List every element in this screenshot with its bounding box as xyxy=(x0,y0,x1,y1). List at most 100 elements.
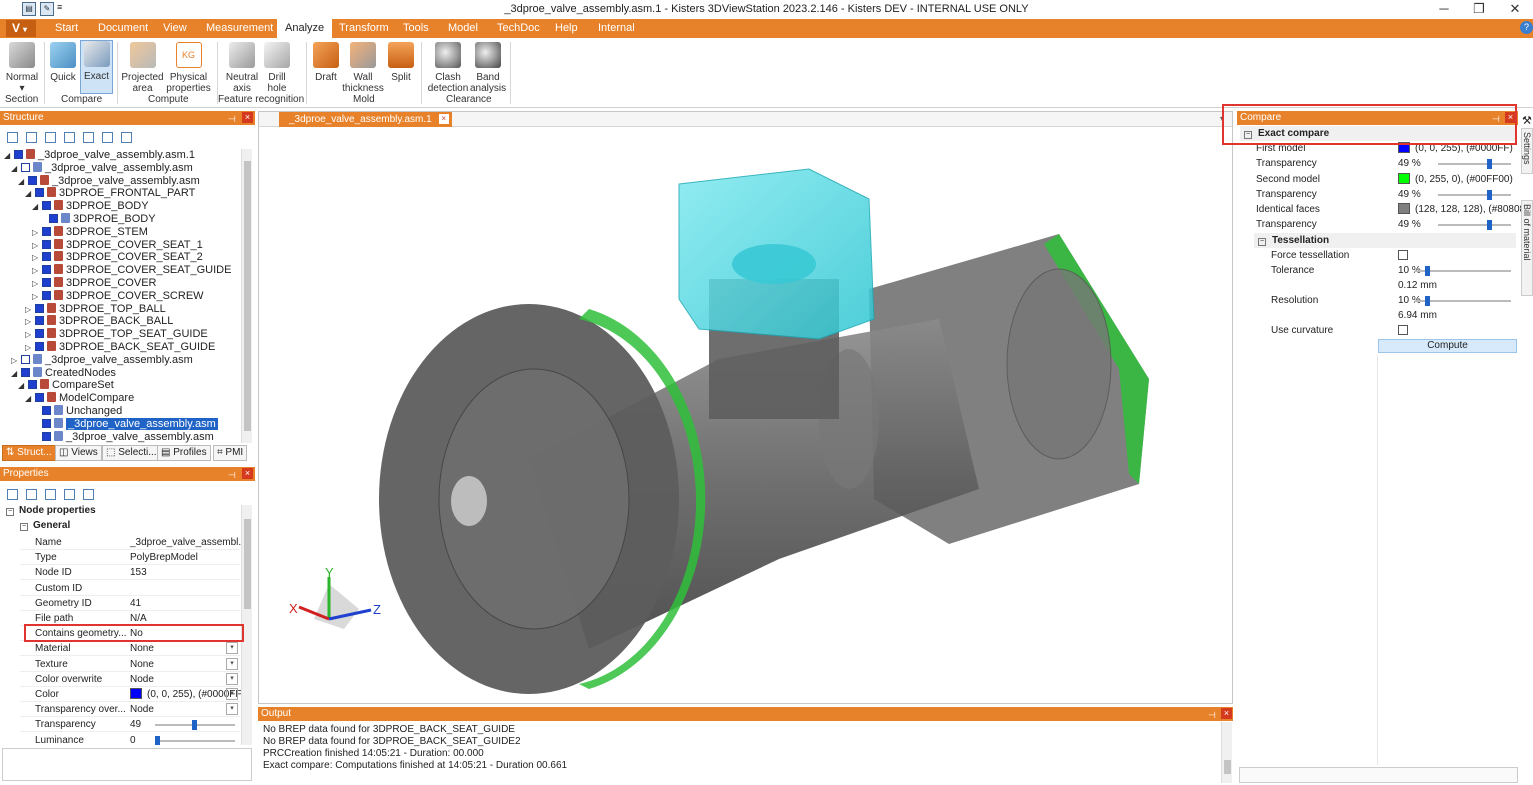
tree-node[interactable]: _3dproe_valve_assembly.asm xyxy=(32,430,214,444)
band-analysis-button[interactable]: Band analysis xyxy=(470,42,506,94)
expand-toggle-icon[interactable]: ▷ xyxy=(25,328,33,341)
dropdown-icon[interactable]: ▾ xyxy=(226,657,238,670)
expand-toggle-icon[interactable]: ◢ xyxy=(18,379,26,392)
expand-toggle-icon[interactable]: ◢ xyxy=(25,187,33,200)
visibility-checkbox[interactable] xyxy=(14,150,23,159)
menu-start[interactable]: Start xyxy=(55,22,78,34)
close-tab-icon[interactable]: × xyxy=(438,114,449,124)
visibility-checkbox[interactable] xyxy=(42,252,51,262)
close-panel-icon[interactable]: × xyxy=(242,112,253,123)
tree-node[interactable]: ▷ 3DPROE_COVER_SEAT_2 xyxy=(32,251,203,264)
tree-node[interactable]: ▷ 3DPROE_COVER_SEAT_1 xyxy=(32,238,203,252)
force-tessellation-checkbox[interactable] xyxy=(1398,250,1408,260)
expand-toggle-icon[interactable]: ▷ xyxy=(32,277,40,290)
property-value[interactable]: 49 xyxy=(130,717,141,732)
neutral-axis-button[interactable]: Neutral axis xyxy=(222,42,262,94)
exact-compare-button[interactable]: Exact xyxy=(80,40,113,94)
visibility-checkbox[interactable] xyxy=(42,406,51,415)
dropdown-icon[interactable]: ▾ xyxy=(226,642,238,655)
second-model-swatch[interactable] xyxy=(1398,173,1410,184)
tree-node[interactable]: ▷ 3DPROE_COVER xyxy=(32,277,156,290)
physical-properties-button[interactable]: KG Physical properties xyxy=(166,42,211,94)
expand-toggle-icon[interactable]: ▷ xyxy=(32,239,40,252)
draft-button[interactable]: Draft xyxy=(312,42,340,83)
identical-faces-swatch[interactable] xyxy=(1398,203,1410,214)
menu-tools[interactable]: Tools xyxy=(403,22,429,34)
drill-hole-button[interactable]: Drill hole xyxy=(263,42,291,94)
tab-profiles[interactable]: ▤ Profiles xyxy=(157,445,211,461)
property-value[interactable]: 153 xyxy=(130,565,147,580)
quick-compare-button[interactable]: Quick xyxy=(48,42,78,83)
menu-measurement[interactable]: Measurement xyxy=(206,22,273,34)
tree-node[interactable]: _3dproe_valve_assembly.asm xyxy=(32,417,218,431)
tree-node[interactable]: ◢ 3DPROE_BODY xyxy=(32,200,149,213)
help-icon[interactable]: ? xyxy=(1520,21,1533,34)
collapse-icon[interactable]: − xyxy=(20,523,28,531)
tree-options-icon[interactable] xyxy=(83,132,94,143)
sync-icon[interactable] xyxy=(102,132,113,143)
tree-node[interactable]: ◢ ModelCompare xyxy=(25,392,134,405)
tree-node[interactable]: ◢ _3dproe_valve_assembly.asm xyxy=(18,174,200,188)
side-tab-bill-of-material[interactable]: Bill of material xyxy=(1521,200,1533,296)
expand-toggle-icon[interactable]: ▷ xyxy=(32,226,40,239)
property-value[interactable]: Node xyxy=(130,672,154,687)
pin-icon[interactable]: ⊣ xyxy=(228,112,236,126)
section-normal-button[interactable]: Normal ▾ xyxy=(4,42,40,94)
use-curvature-checkbox[interactable] xyxy=(1398,325,1408,335)
menu-analyze[interactable]: Analyze xyxy=(277,19,333,38)
tree-node[interactable]: Unchanged xyxy=(32,405,122,418)
filter-icon[interactable] xyxy=(83,489,94,500)
visibility-checkbox[interactable] xyxy=(35,316,44,326)
tab-selection[interactable]: ⬚ Selecti... xyxy=(102,445,161,461)
tree-node[interactable]: ▷ _3dproe_valve_assembly.asm xyxy=(11,353,193,367)
expand-toggle-icon[interactable]: ◢ xyxy=(11,162,19,175)
visibility-checkbox[interactable] xyxy=(21,354,30,364)
expand-toggle-icon[interactable]: ▷ xyxy=(25,315,33,328)
tolerance-slider[interactable] xyxy=(1415,266,1511,276)
minimize-button[interactable]: ─ xyxy=(1427,0,1461,19)
property-value[interactable]: Node xyxy=(130,702,154,717)
visibility-checkbox[interactable] xyxy=(49,214,58,223)
property-slider[interactable] xyxy=(155,720,235,731)
visibility-checkbox[interactable] xyxy=(42,290,51,300)
expand-toggle-icon[interactable]: ▷ xyxy=(25,303,33,316)
copy-icon[interactable] xyxy=(64,489,75,500)
expand-all-icon[interactable] xyxy=(7,132,18,143)
dropdown-icon[interactable]: ▾ xyxy=(226,703,238,716)
document-tab[interactable]: _3dproe_valve_assembly.asm.1 × xyxy=(279,112,452,127)
expand-toggle-icon[interactable]: ◢ xyxy=(11,367,19,380)
tree-node[interactable]: ▷ 3DPROE_STEM xyxy=(32,225,148,239)
property-value[interactable]: None xyxy=(130,641,154,656)
expand-one-icon[interactable] xyxy=(45,132,56,143)
visibility-checkbox[interactable] xyxy=(35,342,44,351)
structure-scrollbar[interactable] xyxy=(241,149,252,443)
color-swatch[interactable] xyxy=(130,688,142,699)
menu-transform[interactable]: Transform xyxy=(339,22,389,34)
resolution-mm[interactable]: 6.94 mm xyxy=(1398,308,1437,323)
visibility-checkbox[interactable] xyxy=(21,367,30,377)
menu-model[interactable]: Model xyxy=(448,22,478,34)
tree-node[interactable]: ▷ 3DPROE_COVER_SCREW xyxy=(32,289,204,303)
menu-techdoc[interactable]: TechDoc xyxy=(497,22,540,34)
categorize-icon[interactable] xyxy=(45,489,56,500)
tab-pmi[interactable]: ⌗ PMI xyxy=(213,445,248,461)
menu-document[interactable]: Document xyxy=(98,22,148,34)
visibility-checkbox[interactable] xyxy=(42,418,51,428)
pin-icon[interactable]: ⊣ xyxy=(1208,708,1216,722)
tab-structure[interactable]: ⇅ Struct... xyxy=(2,445,56,461)
expand-all-icon[interactable] xyxy=(7,489,18,500)
clash-detection-button[interactable]: Clash detection xyxy=(426,42,470,94)
side-tab-settings[interactable]: Settings xyxy=(1521,128,1533,174)
collapse-one-icon[interactable] xyxy=(64,132,75,143)
expand-toggle-icon[interactable]: ▷ xyxy=(32,290,40,303)
tree-node[interactable]: ◢ _3dproe_valve_assembly.asm.1 xyxy=(4,149,195,162)
close-button[interactable]: ✕ xyxy=(1498,0,1532,19)
expand-toggle-icon[interactable]: ▷ xyxy=(11,354,19,367)
visibility-checkbox[interactable] xyxy=(42,278,51,287)
menu-help[interactable]: Help xyxy=(555,22,578,34)
resolution-slider[interactable] xyxy=(1415,296,1511,306)
tree-node[interactable]: ▷ 3DPROE_TOP_BALL xyxy=(25,302,166,316)
transparency-3-slider[interactable] xyxy=(1438,220,1511,230)
property-value[interactable]: PolyBrepModel xyxy=(130,550,198,565)
expand-toggle-icon[interactable]: ◢ xyxy=(32,200,40,213)
